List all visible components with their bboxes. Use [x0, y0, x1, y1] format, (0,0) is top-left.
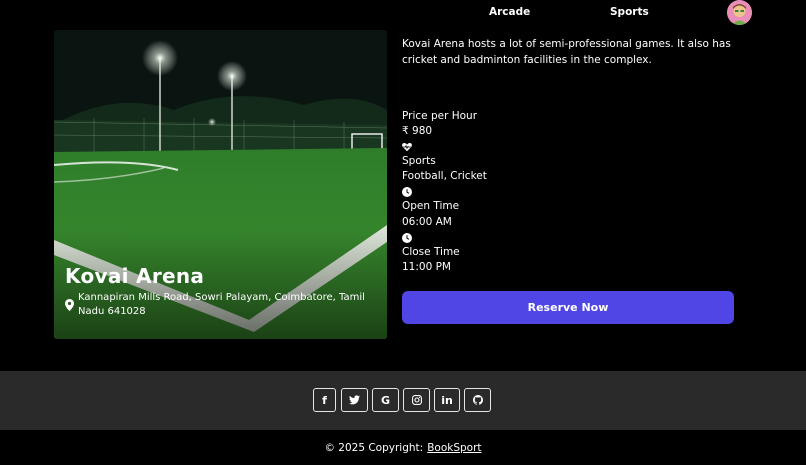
close-time-value: 11:00 PM — [402, 261, 451, 273]
google-button[interactable]: G — [372, 388, 399, 412]
price-value: ₹ 980 — [402, 125, 433, 137]
social-bar: f G in — [0, 371, 806, 430]
facebook-button[interactable]: f — [313, 388, 336, 412]
google-icon: G — [380, 393, 391, 407]
brand-link[interactable]: BookSport — [427, 442, 481, 454]
sports-label: Sports — [402, 155, 436, 167]
venue-description: Kovai Arena hosts a lot of semi-professi… — [402, 38, 731, 66]
clock-icon — [402, 187, 412, 197]
linkedin-button[interactable]: in — [434, 388, 460, 412]
venue-image: Kovai Arena Kannapiran Mills Road, Sowri… — [54, 30, 387, 339]
clock-icon — [402, 233, 412, 243]
avatar[interactable] — [727, 0, 752, 25]
venue-address: Kannapiran Mills Road, Sowri Palayam, Co… — [78, 292, 365, 317]
open-time-value: 06:00 AM — [402, 216, 452, 228]
open-time-label: Open Time — [402, 200, 460, 212]
venue-name: Kovai Arena — [65, 264, 205, 288]
nav-link-sports[interactable]: Sports — [610, 6, 649, 18]
instagram-button[interactable] — [403, 388, 430, 412]
heart-pulse-icon — [402, 142, 412, 152]
twitter-icon — [349, 395, 360, 405]
github-icon — [472, 395, 483, 405]
github-button[interactable] — [464, 388, 491, 412]
twitter-button[interactable] — [341, 388, 368, 412]
instagram-icon — [411, 395, 422, 405]
sports-value: Football, Cricket — [402, 170, 487, 182]
avatar-icon — [727, 0, 752, 25]
reserve-now-button[interactable]: Reserve Now — [402, 291, 734, 324]
top-nav: Arcade Sports — [0, 0, 806, 25]
facebook-icon: f — [322, 393, 327, 407]
nav-link-arcade[interactable]: Arcade — [489, 6, 530, 18]
footer: © 2025 Copyright: BookSport — [0, 430, 806, 465]
linkedin-icon: in — [441, 393, 453, 407]
location-pin-icon — [65, 299, 74, 311]
close-time-label: Close Time — [402, 246, 460, 258]
copyright-text: © 2025 Copyright: — [324, 441, 424, 454]
price-label: Price per Hour — [402, 110, 478, 122]
